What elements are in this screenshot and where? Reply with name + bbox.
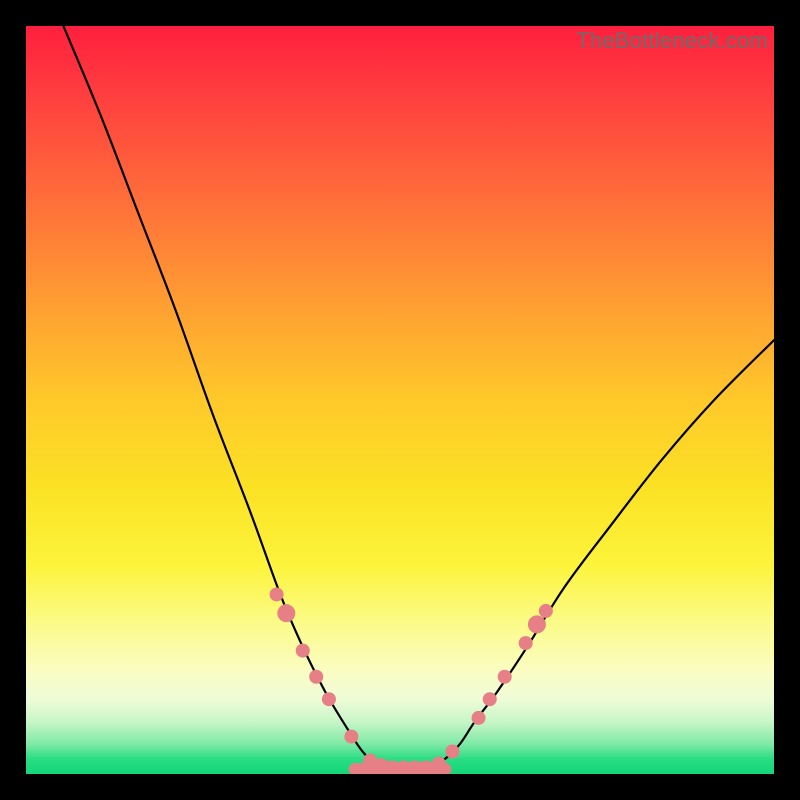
marker-dot	[432, 757, 446, 771]
marker-dot	[445, 745, 459, 759]
plot-area: TheBottleneck.com	[26, 26, 774, 774]
marker-dot	[539, 604, 553, 618]
marker-dot	[296, 644, 310, 658]
marker-dot	[528, 615, 546, 633]
marker-dot	[498, 670, 512, 684]
marker-dot	[322, 692, 336, 706]
marker-dot	[344, 730, 358, 744]
marker-dot	[277, 604, 295, 622]
chart-stage: TheBottleneck.com	[0, 0, 800, 800]
marker-dot	[483, 692, 497, 706]
marker-dot	[519, 636, 533, 650]
marker-dot	[270, 587, 284, 601]
chart-svg	[26, 26, 774, 774]
marker-dot	[472, 711, 486, 725]
marker-dot	[309, 670, 323, 684]
curve-right-curve	[422, 340, 774, 774]
curve-left-curve	[63, 26, 392, 774]
